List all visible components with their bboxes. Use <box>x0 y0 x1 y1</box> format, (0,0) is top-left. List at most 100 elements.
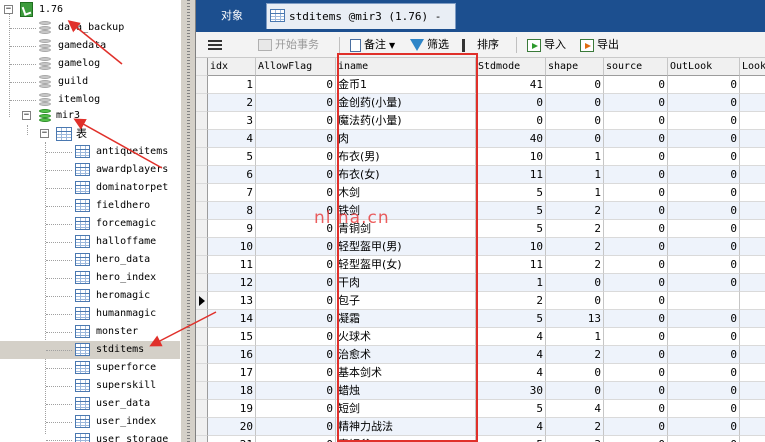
tree-table-humanmagic[interactable]: humanmagic <box>0 305 180 323</box>
row-selector[interactable] <box>196 166 208 184</box>
cell-AllowFlag[interactable]: 0 <box>256 418 336 436</box>
cell-AllowFlag[interactable]: 0 <box>256 364 336 382</box>
tree-database-guild[interactable]: guild <box>0 73 180 91</box>
cell-AllowFlag[interactable]: 0 <box>256 184 336 202</box>
cell-source[interactable]: 0 <box>604 148 668 166</box>
cell-shape[interactable]: 0 <box>546 274 604 292</box>
cell-OutLook[interactable]: 0 <box>668 148 740 166</box>
table-row[interactable]: 110轻型盔甲(女)112000 <box>196 256 765 274</box>
tab-table-stditems[interactable]: stditems @mir3 (1.76) - 表 <box>266 3 456 49</box>
cell-shape[interactable]: 0 <box>546 130 604 148</box>
cell-iname[interactable]: 治愈术 <box>336 346 476 364</box>
cell-idx[interactable]: 11 <box>208 256 256 274</box>
pane-splitter[interactable] <box>180 0 196 442</box>
cell-Look[interactable]: 0 <box>740 202 765 220</box>
cell-Stdmode[interactable]: 11 <box>476 256 546 274</box>
cell-idx[interactable]: 10 <box>208 238 256 256</box>
row-selector[interactable] <box>196 202 208 220</box>
cell-idx[interactable]: 15 <box>208 328 256 346</box>
cell-AllowFlag[interactable]: 0 <box>256 166 336 184</box>
cell-AllowFlag[interactable]: 0 <box>256 436 336 442</box>
tree-database-mir3[interactable]: − mir3 <box>0 107 180 125</box>
import-button[interactable]: 导入 <box>527 35 566 55</box>
row-selector[interactable] <box>196 400 208 418</box>
cell-shape[interactable]: 3 <box>546 436 604 442</box>
cell-source[interactable]: 0 <box>604 274 668 292</box>
cell-idx[interactable]: 13 <box>208 292 256 310</box>
cell-shape[interactable]: 1 <box>546 184 604 202</box>
cell-idx[interactable]: 20 <box>208 418 256 436</box>
cell-AllowFlag[interactable]: 0 <box>256 112 336 130</box>
row-selector[interactable] <box>196 148 208 166</box>
table-row[interactable]: 150火球术41000 <box>196 328 765 346</box>
table-row[interactable]: 70木剑51000 <box>196 184 765 202</box>
row-selector[interactable] <box>196 436 208 442</box>
cell-Look[interactable]: 0 <box>740 400 765 418</box>
tree-tables-folder[interactable]: − 表 <box>0 125 180 143</box>
cell-Look[interactable]: 0 <box>740 166 765 184</box>
cell-Look[interactable]: 0 <box>740 436 765 442</box>
cell-source[interactable]: 0 <box>604 94 668 112</box>
cell-Look[interactable]: 0 <box>740 364 765 382</box>
cell-idx[interactable]: 21 <box>208 436 256 442</box>
cell-OutLook[interactable]: 0 <box>668 166 740 184</box>
tree-table-forcemagic[interactable]: forcemagic <box>0 215 180 233</box>
cell-Stdmode[interactable]: 41 <box>476 76 546 94</box>
row-selector-header[interactable] <box>196 58 208 76</box>
tree-table-hero_index[interactable]: hero_index <box>0 269 180 287</box>
splitter-grip[interactable] <box>187 0 190 442</box>
table-row[interactable]: 210青铜斧53000 <box>196 436 765 442</box>
tree-table-dominatorpet[interactable]: dominatorpet <box>0 179 180 197</box>
cell-Stdmode[interactable]: 5 <box>476 310 546 328</box>
cell-AllowFlag[interactable]: 0 <box>256 76 336 94</box>
tree-table-monster[interactable]: monster <box>0 323 180 341</box>
cell-shape[interactable]: 2 <box>546 256 604 274</box>
cell-Look[interactable]: 0 <box>740 256 765 274</box>
cell-Stdmode[interactable]: 4 <box>476 418 546 436</box>
tree-table-superskill[interactable]: superskill <box>0 377 180 395</box>
cell-shape[interactable]: 0 <box>546 76 604 94</box>
column-header-idx[interactable]: idx <box>208 58 256 76</box>
tree-table-user_data[interactable]: user_data <box>0 395 180 413</box>
table-row[interactable]: 20金创药(小量)00000 <box>196 94 765 112</box>
tree-database-data_backup[interactable]: data_backup <box>0 19 180 37</box>
row-selector[interactable] <box>196 382 208 400</box>
cell-iname[interactable]: 金币1 <box>336 76 476 94</box>
cell-shape[interactable]: 2 <box>546 202 604 220</box>
cell-source[interactable]: 0 <box>604 292 668 310</box>
cell-iname[interactable]: 青铜斧 <box>336 436 476 442</box>
table-row[interactable]: 120干肉10000 <box>196 274 765 292</box>
cell-idx[interactable]: 12 <box>208 274 256 292</box>
column-header-OutLook[interactable]: OutLook <box>668 58 740 76</box>
column-header-shape[interactable]: shape <box>546 58 604 76</box>
collapse-icon[interactable]: − <box>22 111 31 120</box>
cell-Stdmode[interactable]: 5 <box>476 202 546 220</box>
cell-Stdmode[interactable]: 5 <box>476 184 546 202</box>
begin-transaction-button[interactable]: 开始事务 <box>258 35 319 55</box>
cell-Stdmode[interactable]: 5 <box>476 436 546 442</box>
table-row[interactable]: 50布衣(男)101000 <box>196 148 765 166</box>
cell-Stdmode[interactable]: 40 <box>476 130 546 148</box>
tree-connection[interactable]: − 1.76 <box>0 1 180 19</box>
cell-AllowFlag[interactable]: 0 <box>256 94 336 112</box>
cell-iname[interactable]: 火球术 <box>336 328 476 346</box>
cell-OutLook[interactable]: 0 <box>668 274 740 292</box>
cell-AllowFlag[interactable]: 0 <box>256 328 336 346</box>
cell-OutLook[interactable]: 0 <box>668 310 740 328</box>
cell-OutLook[interactable]: 0 <box>668 238 740 256</box>
cell-idx[interactable]: 19 <box>208 400 256 418</box>
cell-OutLook[interactable]: 0 <box>668 202 740 220</box>
cell-iname[interactable]: 轻型盔甲(女) <box>336 256 476 274</box>
filter-button[interactable]: 筛选 <box>410 35 449 55</box>
cell-Stdmode[interactable]: 2 <box>476 292 546 310</box>
current-row-indicator-icon[interactable] <box>196 292 208 310</box>
cell-shape[interactable]: 2 <box>546 346 604 364</box>
cell-source[interactable]: 0 <box>604 328 668 346</box>
cell-iname[interactable]: 干肉 <box>336 274 476 292</box>
row-selector[interactable] <box>196 184 208 202</box>
note-button[interactable]: 备注 ▼ <box>350 35 395 55</box>
cell-Look[interactable]: 0 <box>740 76 765 94</box>
cell-Look[interactable]: 0 <box>740 220 765 238</box>
cell-source[interactable]: 0 <box>604 346 668 364</box>
cell-idx[interactable]: 8 <box>208 202 256 220</box>
